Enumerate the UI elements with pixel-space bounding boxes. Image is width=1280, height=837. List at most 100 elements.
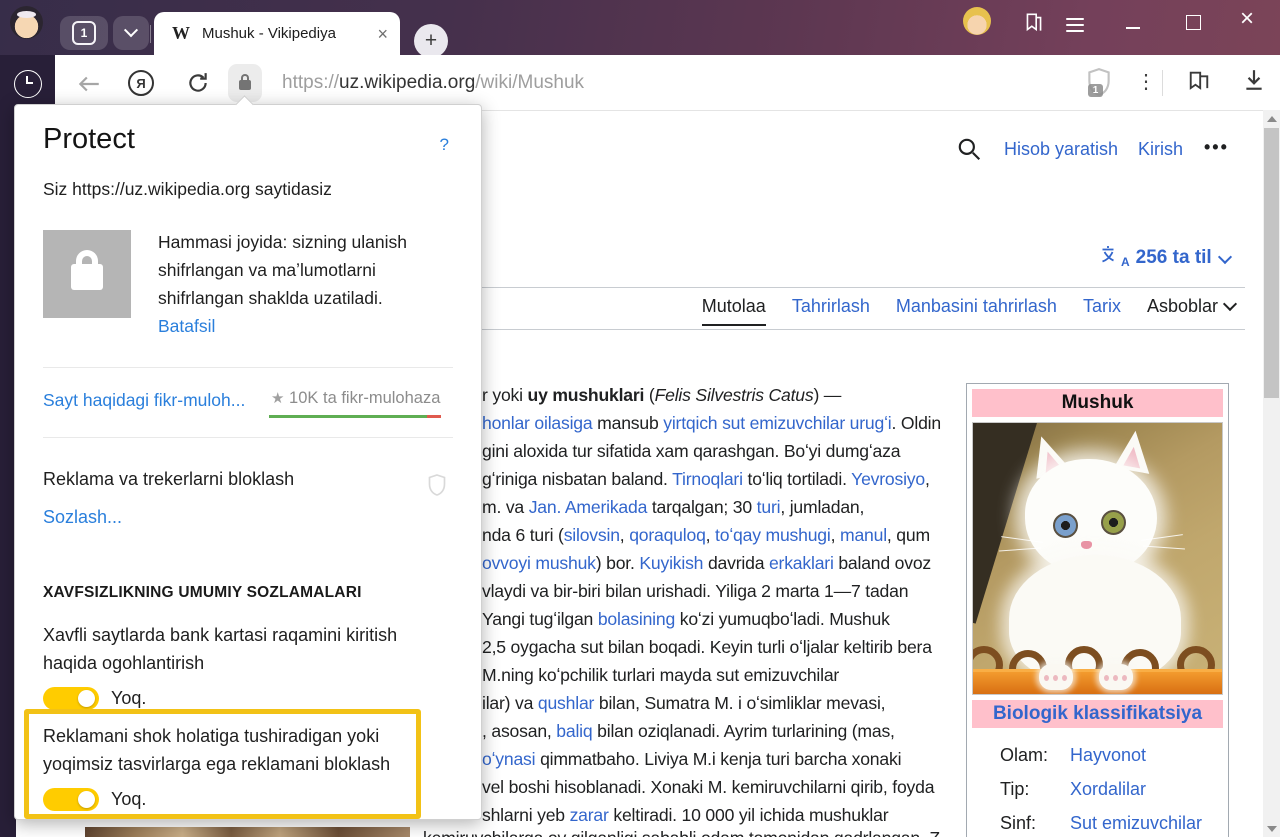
panel-title: Protect [43, 123, 135, 156]
article-link[interactable]: toʻqay mushugi [715, 525, 831, 545]
history-clock-icon[interactable] [14, 70, 42, 98]
back-icon[interactable] [76, 71, 102, 102]
infobox-row-label: Sinf: [1000, 806, 1036, 837]
login-link[interactable]: Kirish [1138, 139, 1183, 160]
tab-group-button[interactable]: 1 [60, 16, 108, 50]
article-text-segment: mansub [592, 413, 663, 433]
profile-avatar[interactable] [10, 6, 43, 39]
article-link[interactable]: honlar oilasiga [482, 413, 592, 433]
infobox-row-value-link[interactable]: Hayvonot [1070, 738, 1146, 772]
download-icon[interactable] [1243, 68, 1265, 97]
tab-group-expand-button[interactable] [113, 16, 149, 50]
article-text-segment: ( [644, 385, 654, 405]
minimize-button[interactable] [1126, 27, 1140, 29]
account-avatar[interactable] [963, 7, 991, 35]
lock-icon [71, 264, 103, 290]
protect-shield-icon[interactable]: 1 [1086, 67, 1112, 97]
article-text-segment: , jumladan, [780, 497, 864, 517]
article-line: M.ning koʻpchilik turlari mayda sut emiz… [482, 661, 956, 689]
status-text-line: Hammasi joyida: sizning ulanish [158, 228, 463, 256]
article-text-segment: bilan, Sumatra M. i oʻsimliklar mevasi, [594, 693, 885, 713]
secure-lock-tile [43, 230, 131, 318]
close-button[interactable]: × [1240, 5, 1254, 33]
article-line: r yoki uy mushuklari (Felis Silvestris C… [482, 381, 956, 409]
page-scrollbar[interactable] [1263, 110, 1280, 837]
security-section-header: XAVFSIZLIKNING UMUMIY SOZLAMALARI [43, 584, 362, 602]
article-link[interactable]: Tirnoqlari [672, 469, 743, 489]
article-link[interactable]: yirtqich sut emizuvchilar urugʻi [663, 413, 891, 433]
article-text-segment: r yoki [482, 385, 528, 405]
toggle-label-line: Reklamani shok holatiga tushiradigan yok… [43, 726, 379, 747]
infobox-row-label: Tip: [1000, 772, 1029, 806]
scrollbar-up-icon[interactable] [1263, 110, 1280, 127]
new-tab-button[interactable]: + [414, 24, 448, 58]
article-link[interactable]: oʻynasi [482, 749, 535, 769]
article-line: nda 6 turi (silovsin, qoraquloq, toʻqay … [482, 521, 956, 549]
site-feedback-link[interactable]: Sayt haqidagi fikr-muloh... [43, 390, 245, 411]
article-text-segment: ) — [813, 385, 841, 405]
infobox-section-link[interactable]: Biologik klassifikatsiya [972, 700, 1223, 728]
article-link[interactable]: erkaklari [769, 553, 834, 573]
maximize-button[interactable] [1186, 15, 1201, 30]
article-link[interactable]: zarar [570, 805, 609, 825]
article-link[interactable]: Kuyikish [639, 553, 703, 573]
details-link[interactable]: Batafsil [158, 312, 463, 340]
article-link[interactable]: turi [757, 497, 781, 517]
page-menu-icon[interactable]: ⋮ [1136, 69, 1156, 94]
article-text-segment: , [620, 525, 629, 545]
infobox-row-value-link[interactable]: Xordalilar [1070, 772, 1146, 806]
toggle-state-label: Yoq. [111, 789, 146, 810]
article-link[interactable]: manul [840, 525, 887, 545]
article-line: gini aloxida tur sifatida xam qarashgan.… [482, 437, 956, 465]
site-status-line: Siz https://uz.wikipedia.org saytidasiz [43, 179, 332, 200]
collections-icon[interactable] [1186, 68, 1212, 99]
adblock-settings-link[interactable]: Sozlash... [43, 507, 122, 528]
article-link[interactable]: qoraquloq [629, 525, 705, 545]
refresh-icon[interactable] [186, 71, 210, 100]
more-options-link[interactable]: ••• [1204, 137, 1229, 158]
status-text-line: shifrlangan shaklda uzatiladi. [158, 284, 463, 312]
article-thumbnail-image [85, 827, 410, 837]
infobox-row-label: Olam: [1000, 738, 1048, 772]
panel-divider [43, 367, 453, 368]
create-account-link[interactable]: Hisob yaratish [1004, 139, 1118, 160]
article-text-segment: 2,5 oygacha sut bilan boqadi. Keyin turl… [482, 637, 932, 657]
bookmarks-icon[interactable] [1022, 11, 1046, 40]
tab-close-icon[interactable]: × [377, 25, 388, 43]
article-line: , asosan, baliq bilan oziqlanadi. Ayrim … [482, 717, 956, 745]
article-link[interactable]: Yevrosiyo [851, 469, 925, 489]
tab-tahrirlash[interactable]: Tahrirlash [792, 296, 870, 324]
tab-manbasini-tahrirlash[interactable]: Manbasini tahrirlash [896, 296, 1057, 324]
panel-divider [43, 437, 453, 438]
help-link[interactable]: ? [440, 135, 449, 155]
bank-card-warning-toggle[interactable] [43, 687, 99, 710]
tab-mutolaa[interactable]: Mutolaa [702, 296, 766, 326]
language-count-label: 256 ta til [1136, 247, 1212, 269]
scrollbar-thumb[interactable] [1264, 128, 1279, 398]
menu-icon[interactable] [1066, 18, 1084, 36]
language-selector[interactable]: A 256 ta til [1100, 244, 1230, 271]
article-text-segment: gʻriniga nisbatan baland. [482, 469, 672, 489]
yandex-search-icon[interactable]: Я [128, 70, 154, 96]
shield-outline-icon [427, 473, 447, 502]
search-icon[interactable] [956, 136, 982, 167]
shock-ads-block-toggle[interactable] [43, 788, 99, 811]
article-link[interactable]: baliq [556, 721, 592, 741]
article-link[interactable]: bolasining [598, 609, 675, 629]
browser-tab[interactable]: W Mushuk - Vikipediya × [154, 12, 400, 55]
infobox-row-value-link[interactable]: Sut emizuvchilar [1070, 806, 1202, 837]
chevron-down-icon [124, 23, 138, 37]
infobox-rows: Olam: Hayvonot Tip: Xordalilar Sinf: Sut emiz… [972, 738, 1223, 837]
tab-asboblar[interactable]: Asboblar [1147, 296, 1235, 324]
scrollbar-down-icon[interactable] [1263, 820, 1280, 837]
article-link[interactable]: silovsin [564, 525, 620, 545]
address-bar[interactable]: https://uz.wikipedia.org/wiki/Mushuk [282, 72, 584, 94]
tab-tarix[interactable]: Tarix [1083, 296, 1121, 324]
article-link[interactable]: ovvoyi mushuk [482, 553, 596, 573]
article-link[interactable]: Jan. Amerikada [529, 497, 647, 517]
kitten-image[interactable] [972, 422, 1223, 695]
article-line: gʻriniga nisbatan baland. Tirnoqlari toʻ… [482, 465, 956, 493]
article-text-segment: m. va [482, 497, 529, 517]
article-text: r yoki uy mushuklari (Felis Silvestris C… [482, 381, 956, 829]
article-link[interactable]: qushlar [538, 693, 594, 713]
